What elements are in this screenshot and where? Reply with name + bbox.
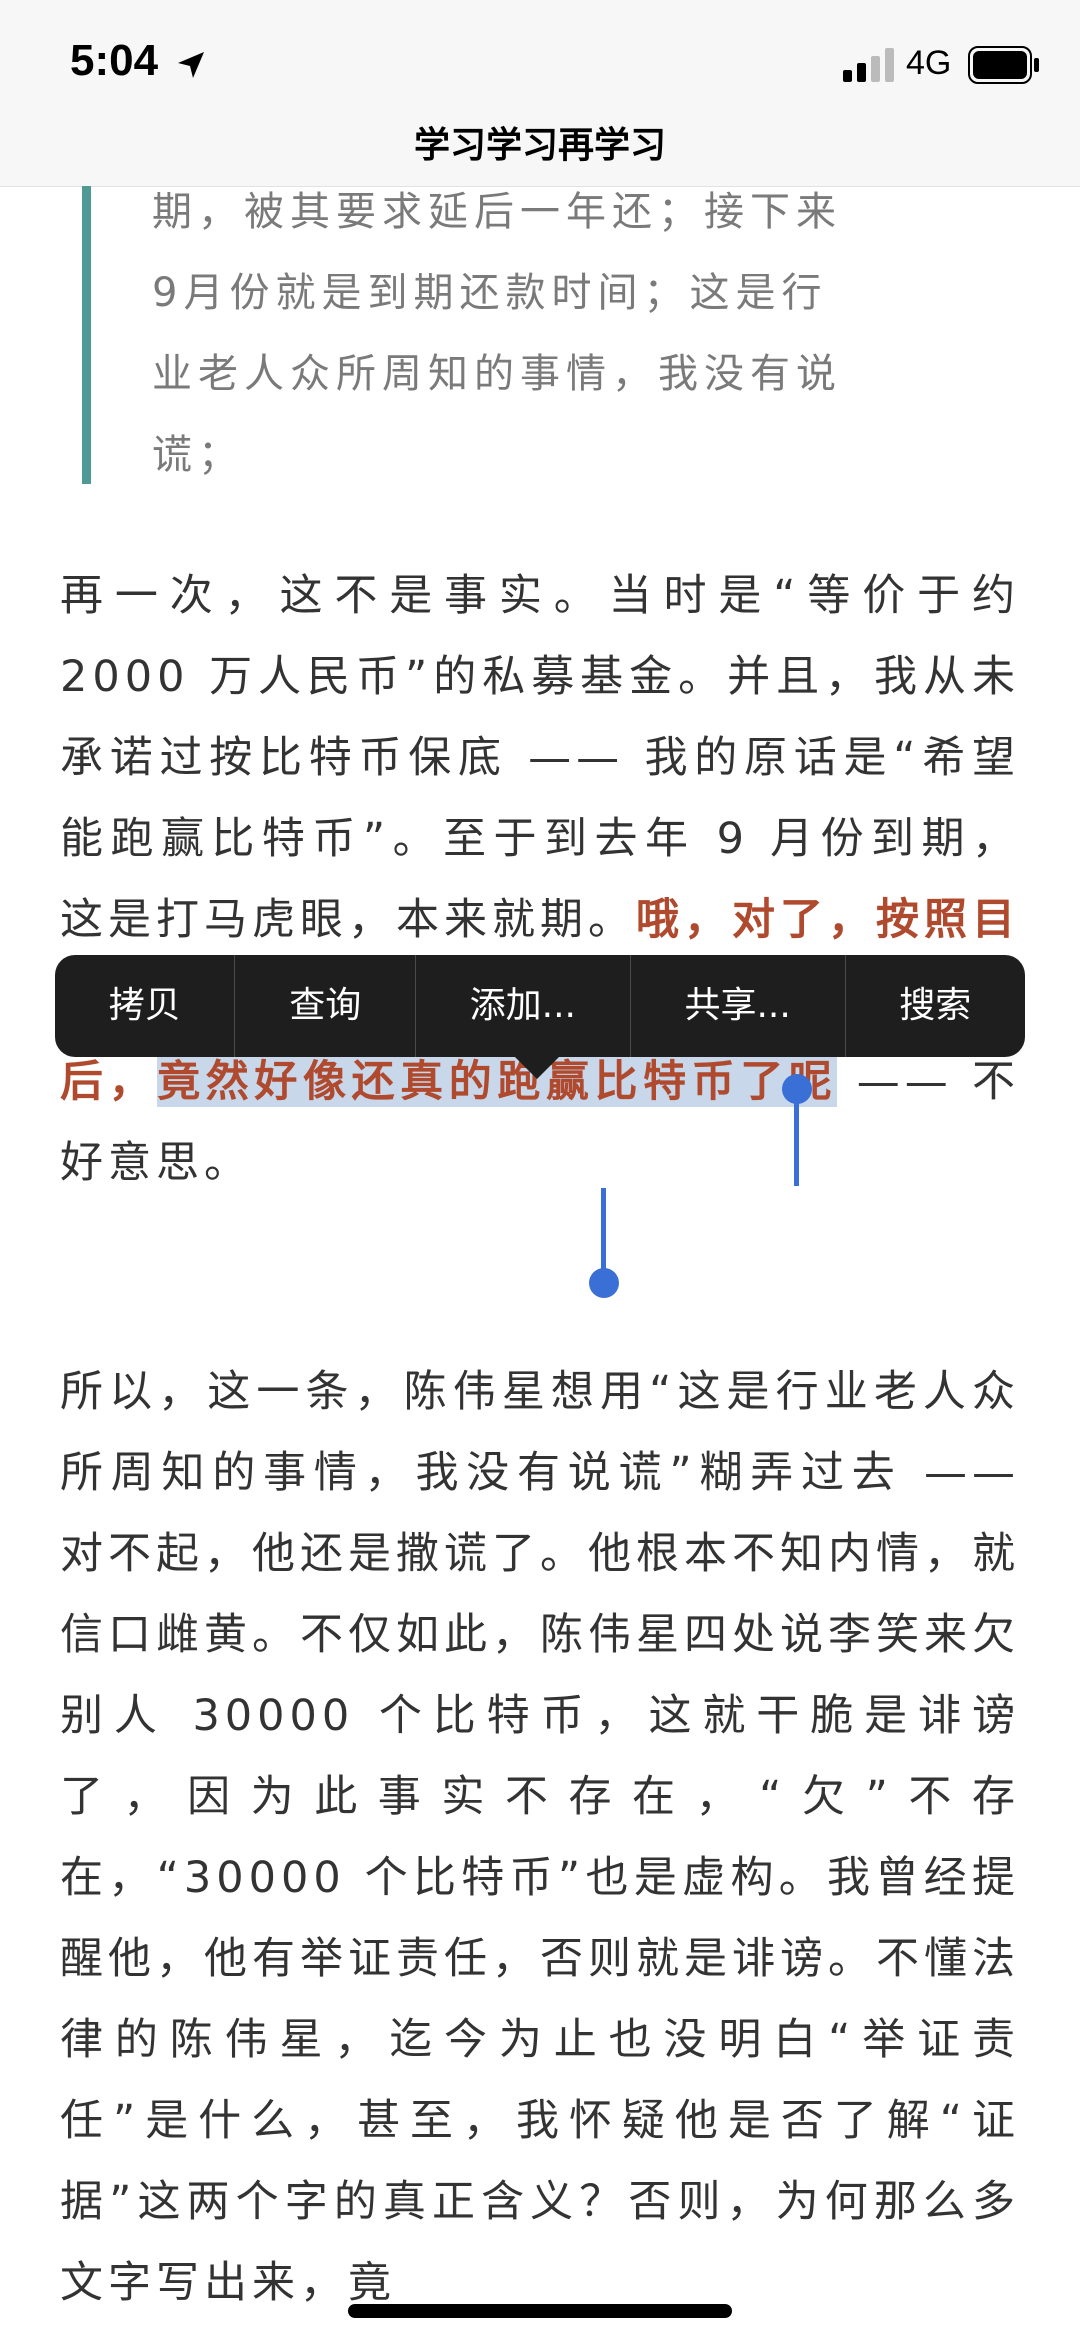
menu-copy[interactable]: 拷贝	[55, 955, 236, 1057]
quote-line: 业老人众所周知的事情，我没有说	[152, 351, 842, 397]
blockquote: 期，被其要求延后一年还；接下来 9月份就是到期还款时间；这是行 业老人众所周知的…	[152, 172, 972, 496]
quote-line: 9月份就是到期还款时间；这是行	[152, 270, 828, 316]
signal-strength-icon	[843, 48, 894, 82]
article-paragraph: 再一次，这不是事实。当时是“等价于约 2000 万人民币”的私募基金。并且，我从…	[60, 556, 1020, 1204]
selection-end-knob[interactable]	[589, 1268, 619, 1298]
home-indicator[interactable]	[348, 2304, 732, 2318]
selected-text[interactable]: 竟然好像还真的跑赢比特币了呢	[157, 1057, 838, 1107]
selection-start-knob[interactable]	[782, 1074, 812, 1104]
network-type: 4G	[906, 44, 952, 82]
article-paragraph: 所以，这一条，陈伟星想用“这是行业老人众所周知的事情，我没有说谎”糊弄过去 ——…	[60, 1352, 1020, 2324]
page-title: 学习学习再学习	[413, 125, 666, 166]
text-selection-menu: 拷贝 查询 添加... 共享... 搜索	[55, 955, 1025, 1057]
menu-lookup[interactable]: 查询	[235, 955, 416, 1057]
location-arrow-icon	[178, 52, 204, 78]
paragraph-text: 期。	[540, 895, 636, 945]
status-time: 5:04	[70, 36, 159, 85]
menu-share[interactable]: 共享...	[631, 955, 846, 1057]
battery-icon	[968, 46, 1039, 84]
menu-pointer	[515, 1057, 559, 1079]
status-bar: 5:04 4G	[0, 0, 1080, 120]
quote-bar	[82, 186, 91, 484]
quote-line: 谎；	[152, 432, 244, 478]
menu-search[interactable]: 搜索	[846, 955, 1025, 1057]
menu-add[interactable]: 添加...	[416, 955, 631, 1057]
paragraph-text: 所以，这一条，陈伟星想用“这是行业老人众所周知的事情，我没有说谎”糊弄过去 ——…	[60, 1367, 1020, 2308]
quote-line: 期，被其要求延后一年还；接下来	[152, 189, 842, 235]
paragraph-text: 再一次，这不是事实。当时是“等价于约 2000 万人民币”的私募基金。并且，我从…	[60, 571, 1020, 945]
